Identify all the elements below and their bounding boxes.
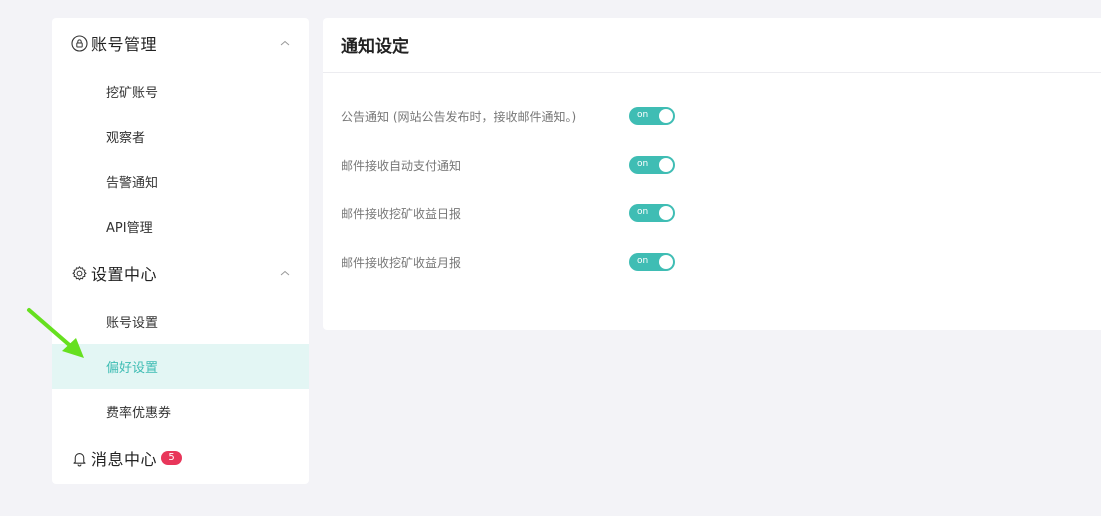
chevron-up-icon[interactable] xyxy=(278,36,292,50)
sidebar-item-label: 费率优惠券 xyxy=(106,406,172,421)
sidebar-item-label: 账号设置 xyxy=(106,316,159,331)
sidebar: 账号管理 挖矿账号 观察者 告警通知 API管理 设置中心 账号设置 偏好设置 … xyxy=(52,18,309,484)
sidebar-item-account-settings[interactable]: 账号设置 xyxy=(52,299,309,344)
bell-icon xyxy=(70,449,88,467)
sidebar-item-label: API管理 xyxy=(106,221,153,236)
sidebar-group-title: 消息中心 xyxy=(91,450,158,469)
sidebar-group-settings-center[interactable]: 设置中心 xyxy=(70,258,292,288)
auto-payment-toggle[interactable]: on xyxy=(629,156,675,174)
gear-icon xyxy=(70,264,88,282)
sidebar-group-account-management[interactable]: 账号管理 xyxy=(70,28,292,58)
toggle-knob xyxy=(659,206,673,220)
toggle-knob xyxy=(659,158,673,172)
toggle-state-text: on xyxy=(637,207,649,217)
sidebar-item-api-management[interactable]: API管理 xyxy=(52,204,309,249)
sidebar-group-title: 账号管理 xyxy=(91,35,158,54)
toggle-state-text: on xyxy=(637,159,649,169)
sidebar-item-mining-account[interactable]: 挖矿账号 xyxy=(52,69,309,114)
sidebar-item-label: 挖矿账号 xyxy=(106,86,159,101)
sidebar-item-fee-coupons[interactable]: 费率优惠券 xyxy=(52,389,309,434)
toggle-state-text: on xyxy=(637,256,649,266)
announcement-toggle[interactable]: on xyxy=(629,107,675,125)
setting-row-announcement: 公告通知 (网站公告发布时，接收邮件通知。) on xyxy=(341,105,681,127)
chevron-up-icon[interactable] xyxy=(278,266,292,280)
toggle-knob xyxy=(659,109,673,123)
setting-row-daily-report: 邮件接收挖矿收益日报 on xyxy=(341,202,681,224)
sidebar-item-label: 偏好设置 xyxy=(106,361,159,376)
setting-label: 邮件接收自动支付通知 xyxy=(341,159,462,173)
sidebar-item-label: 告警通知 xyxy=(106,176,159,191)
setting-label: 邮件接收挖矿收益日报 xyxy=(341,207,462,221)
page-title: 通知设定 xyxy=(341,37,409,57)
sidebar-item-label: 观察者 xyxy=(106,131,146,146)
setting-label: 邮件接收挖矿收益月报 xyxy=(341,256,462,270)
setting-row-monthly-report: 邮件接收挖矿收益月报 on xyxy=(341,251,681,273)
setting-label: 公告通知 (网站公告发布时，接收邮件通知。) xyxy=(341,110,577,124)
divider xyxy=(323,72,1101,73)
sidebar-item-watcher[interactable]: 观察者 xyxy=(52,114,309,159)
sidebar-item-alert-notification[interactable]: 告警通知 xyxy=(52,159,309,204)
daily-report-toggle[interactable]: on xyxy=(629,204,675,222)
sidebar-group-title: 设置中心 xyxy=(91,265,158,284)
lock-circle-icon xyxy=(70,34,88,52)
toggle-state-text: on xyxy=(637,110,649,120)
notification-settings-panel: 通知设定 公告通知 (网站公告发布时，接收邮件通知。) on 邮件接收自动支付通… xyxy=(323,18,1101,330)
annotation-arrow-icon xyxy=(27,308,84,358)
sidebar-group-message-center[interactable]: 消息中心 5 xyxy=(70,443,292,473)
unread-count-badge: 5 xyxy=(161,451,183,465)
sidebar-item-preference-settings[interactable]: 偏好设置 xyxy=(52,344,309,389)
monthly-report-toggle[interactable]: on xyxy=(629,253,675,271)
setting-row-auto-payment: 邮件接收自动支付通知 on xyxy=(341,154,681,176)
toggle-knob xyxy=(659,255,673,269)
